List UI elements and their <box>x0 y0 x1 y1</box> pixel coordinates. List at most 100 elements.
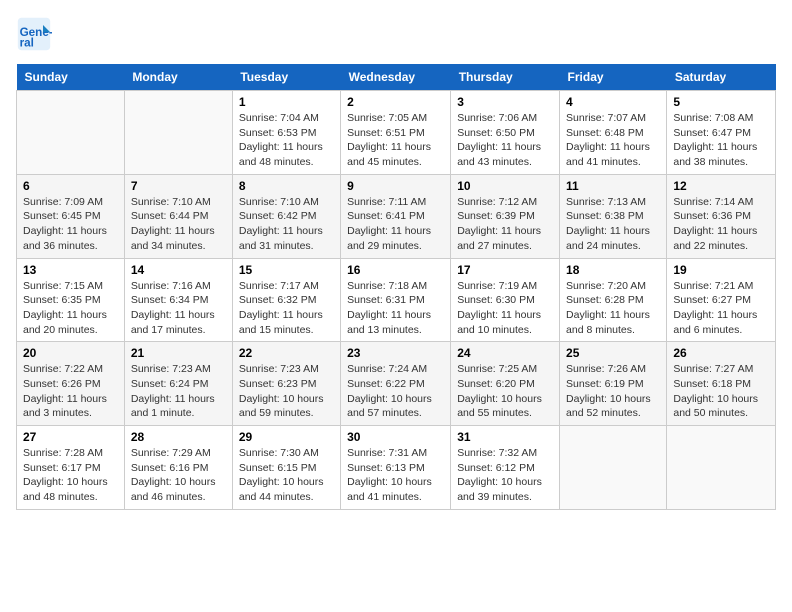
calendar-cell: 4 Sunrise: 7:07 AM Sunset: 6:48 PM Daylig… <box>560 91 667 175</box>
day-number: 15 <box>239 263 334 277</box>
cell-content: Sunrise: 7:27 AM Sunset: 6:18 PM Dayligh… <box>673 362 769 421</box>
day-number: 31 <box>457 430 553 444</box>
day-number: 19 <box>673 263 769 277</box>
cell-content: Sunrise: 7:07 AM Sunset: 6:48 PM Dayligh… <box>566 111 660 170</box>
day-number: 29 <box>239 430 334 444</box>
weekday-header-friday: Friday <box>560 64 667 91</box>
calendar-week-4: 20Sunrise: 7:22 AM Sunset: 6:26 PM Dayli… <box>17 342 776 426</box>
day-number: 8 <box>239 179 334 193</box>
cell-content: Sunrise: 7:10 AM Sunset: 6:42 PM Dayligh… <box>239 195 334 254</box>
day-number: 23 <box>347 346 444 360</box>
day-number: 16 <box>347 263 444 277</box>
cell-content: Sunrise: 7:09 AM Sunset: 6:45 PM Dayligh… <box>23 195 118 254</box>
day-number: 12 <box>673 179 769 193</box>
calendar-cell: 22 Sunrise: 7:23 AM Sunset: 6:23 PM Dayli… <box>232 342 340 426</box>
calendar-cell: 25 Sunrise: 7:26 AM Sunset: 6:19 PM Dayli… <box>560 342 667 426</box>
cell-content: Sunrise: 7:06 AM Sunset: 6:50 PM Dayligh… <box>457 111 553 170</box>
weekday-header-thursday: Thursday <box>451 64 560 91</box>
cell-content: Sunrise: 7:24 AM Sunset: 6:22 PM Dayligh… <box>347 362 444 421</box>
calendar-cell: 30 Sunrise: 7:31 AM Sunset: 6:13 PM Dayli… <box>341 426 451 510</box>
calendar-cell: 27 Sunrise: 7:28 AM Sunset: 6:17 PM Dayli… <box>17 426 125 510</box>
page-header: Gene- ral <box>16 16 776 52</box>
cell-content: Sunrise: 7:18 AM Sunset: 6:31 PM Dayligh… <box>347 279 444 338</box>
cell-content: Sunrise: 7:10 AM Sunset: 6:44 PM Dayligh… <box>131 195 226 254</box>
cell-content: Sunrise: 7:17 AM Sunset: 6:32 PM Dayligh… <box>239 279 334 338</box>
calendar-cell: 21 Sunrise: 7:23 AM Sunset: 6:24 PM Dayli… <box>124 342 232 426</box>
day-number: 13 <box>23 263 118 277</box>
calendar-table: SundayMondayTuesdayWednesdayThursdayFrid… <box>16 64 776 510</box>
cell-content: Sunrise: 7:23 AM Sunset: 6:24 PM Dayligh… <box>131 362 226 421</box>
calendar-cell: 7 Sunrise: 7:10 AM Sunset: 6:44 PM Daylig… <box>124 174 232 258</box>
cell-content: Sunrise: 7:19 AM Sunset: 6:30 PM Dayligh… <box>457 279 553 338</box>
day-number: 30 <box>347 430 444 444</box>
weekday-header-monday: Monday <box>124 64 232 91</box>
calendar-cell: 20Sunrise: 7:22 AM Sunset: 6:26 PM Dayli… <box>17 342 125 426</box>
logo-icon: Gene- ral <box>16 16 52 52</box>
calendar-week-1: 1 Sunrise: 7:04 AM Sunset: 6:53 PM Daylig… <box>17 91 776 175</box>
cell-content: Sunrise: 7:11 AM Sunset: 6:41 PM Dayligh… <box>347 195 444 254</box>
calendar-cell: 8 Sunrise: 7:10 AM Sunset: 6:42 PM Daylig… <box>232 174 340 258</box>
cell-content: Sunrise: 7:04 AM Sunset: 6:53 PM Dayligh… <box>239 111 334 170</box>
calendar-cell: 29 Sunrise: 7:30 AM Sunset: 6:15 PM Dayli… <box>232 426 340 510</box>
day-number: 5 <box>673 95 769 109</box>
day-number: 20 <box>23 346 118 360</box>
cell-content: Sunrise: 7:30 AM Sunset: 6:15 PM Dayligh… <box>239 446 334 505</box>
calendar-cell: 15 Sunrise: 7:17 AM Sunset: 6:32 PM Dayli… <box>232 258 340 342</box>
cell-content: Sunrise: 7:25 AM Sunset: 6:20 PM Dayligh… <box>457 362 553 421</box>
calendar-cell: 24 Sunrise: 7:25 AM Sunset: 6:20 PM Dayli… <box>451 342 560 426</box>
day-number: 22 <box>239 346 334 360</box>
cell-content: Sunrise: 7:28 AM Sunset: 6:17 PM Dayligh… <box>23 446 118 505</box>
cell-content: Sunrise: 7:05 AM Sunset: 6:51 PM Dayligh… <box>347 111 444 170</box>
calendar-cell: 19 Sunrise: 7:21 AM Sunset: 6:27 PM Dayli… <box>667 258 776 342</box>
weekday-header-tuesday: Tuesday <box>232 64 340 91</box>
day-number: 25 <box>566 346 660 360</box>
calendar-week-2: 6 Sunrise: 7:09 AM Sunset: 6:45 PM Daylig… <box>17 174 776 258</box>
cell-content: Sunrise: 7:15 AM Sunset: 6:35 PM Dayligh… <box>23 279 118 338</box>
calendar-week-5: 27 Sunrise: 7:28 AM Sunset: 6:17 PM Dayli… <box>17 426 776 510</box>
calendar-cell: 2 Sunrise: 7:05 AM Sunset: 6:51 PM Daylig… <box>341 91 451 175</box>
day-number: 4 <box>566 95 660 109</box>
calendar-cell: 5 Sunrise: 7:08 AM Sunset: 6:47 PM Daylig… <box>667 91 776 175</box>
calendar-cell: 26 Sunrise: 7:27 AM Sunset: 6:18 PM Dayli… <box>667 342 776 426</box>
cell-content: Sunrise: 7:21 AM Sunset: 6:27 PM Dayligh… <box>673 279 769 338</box>
calendar-cell: 11 Sunrise: 7:13 AM Sunset: 6:38 PM Dayli… <box>560 174 667 258</box>
day-number: 21 <box>131 346 226 360</box>
cell-content: Sunrise: 7:31 AM Sunset: 6:13 PM Dayligh… <box>347 446 444 505</box>
calendar-cell: 10Sunrise: 7:12 AM Sunset: 6:39 PM Dayli… <box>451 174 560 258</box>
weekday-header-wednesday: Wednesday <box>341 64 451 91</box>
cell-content: Sunrise: 7:23 AM Sunset: 6:23 PM Dayligh… <box>239 362 334 421</box>
cell-content: Sunrise: 7:13 AM Sunset: 6:38 PM Dayligh… <box>566 195 660 254</box>
calendar-cell: 17 Sunrise: 7:19 AM Sunset: 6:30 PM Dayli… <box>451 258 560 342</box>
day-number: 24 <box>457 346 553 360</box>
day-number: 26 <box>673 346 769 360</box>
cell-content: Sunrise: 7:26 AM Sunset: 6:19 PM Dayligh… <box>566 362 660 421</box>
calendar-cell: 16 Sunrise: 7:18 AM Sunset: 6:31 PM Dayli… <box>341 258 451 342</box>
day-number: 10 <box>457 179 553 193</box>
svg-text:ral: ral <box>20 37 34 50</box>
calendar-cell: 18 Sunrise: 7:20 AM Sunset: 6:28 PM Dayli… <box>560 258 667 342</box>
day-number: 11 <box>566 179 660 193</box>
calendar-cell: 12 Sunrise: 7:14 AM Sunset: 6:36 PM Dayli… <box>667 174 776 258</box>
day-number: 17 <box>457 263 553 277</box>
day-number: 18 <box>566 263 660 277</box>
day-number: 1 <box>239 95 334 109</box>
calendar-cell <box>17 91 125 175</box>
day-number: 2 <box>347 95 444 109</box>
calendar-header-row: SundayMondayTuesdayWednesdayThursdayFrid… <box>17 64 776 91</box>
logo: Gene- ral <box>16 16 56 52</box>
cell-content: Sunrise: 7:08 AM Sunset: 6:47 PM Dayligh… <box>673 111 769 170</box>
cell-content: Sunrise: 7:14 AM Sunset: 6:36 PM Dayligh… <box>673 195 769 254</box>
calendar-cell: 28Sunrise: 7:29 AM Sunset: 6:16 PM Dayli… <box>124 426 232 510</box>
calendar-cell: 6 Sunrise: 7:09 AM Sunset: 6:45 PM Daylig… <box>17 174 125 258</box>
day-number: 6 <box>23 179 118 193</box>
calendar-cell: 3Sunrise: 7:06 AM Sunset: 6:50 PM Daylig… <box>451 91 560 175</box>
calendar-cell: 14Sunrise: 7:16 AM Sunset: 6:34 PM Dayli… <box>124 258 232 342</box>
cell-content: Sunrise: 7:29 AM Sunset: 6:16 PM Dayligh… <box>131 446 226 505</box>
calendar-cell <box>560 426 667 510</box>
cell-content: Sunrise: 7:20 AM Sunset: 6:28 PM Dayligh… <box>566 279 660 338</box>
calendar-cell <box>124 91 232 175</box>
day-number: 27 <box>23 430 118 444</box>
calendar-week-3: 13 Sunrise: 7:15 AM Sunset: 6:35 PM Dayli… <box>17 258 776 342</box>
day-number: 7 <box>131 179 226 193</box>
day-number: 14 <box>131 263 226 277</box>
